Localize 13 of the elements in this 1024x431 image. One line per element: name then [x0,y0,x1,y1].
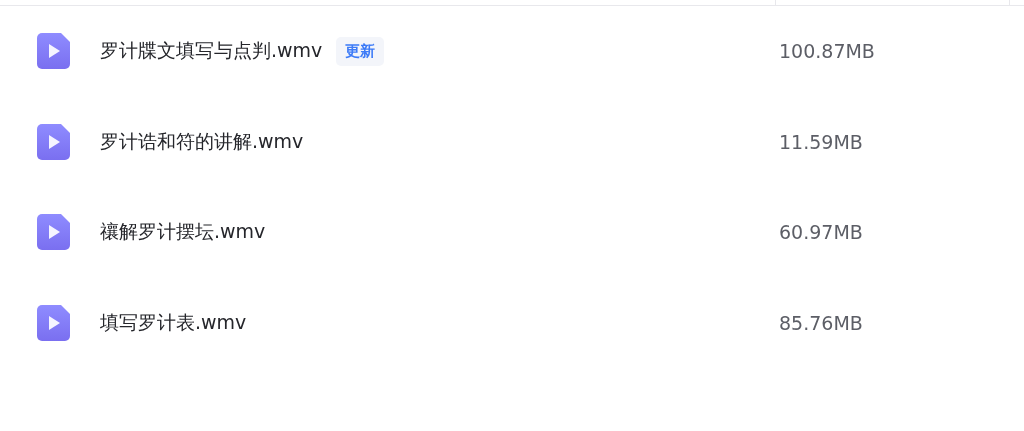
video-file-icon [37,123,70,160]
file-name[interactable]: 填写罗计表.wmv [100,309,247,336]
update-tag: 更新 [336,36,385,66]
file-size: 11.59MB [779,130,864,153]
video-file-icon [37,33,70,70]
file-name[interactable]: 禳解罗计摆坛.wmv [100,219,266,246]
file-size: 85.76MB [779,311,864,334]
file-name[interactable]: 罗计诰和符的讲解.wmv [100,128,304,155]
file-name[interactable]: 罗计牒文填写与点判.wmv [100,38,323,65]
file-size: 100.87MB [779,40,876,63]
file-size: 60.97MB [779,221,864,244]
video-file-icon [37,304,70,341]
video-file-icon [37,214,70,251]
